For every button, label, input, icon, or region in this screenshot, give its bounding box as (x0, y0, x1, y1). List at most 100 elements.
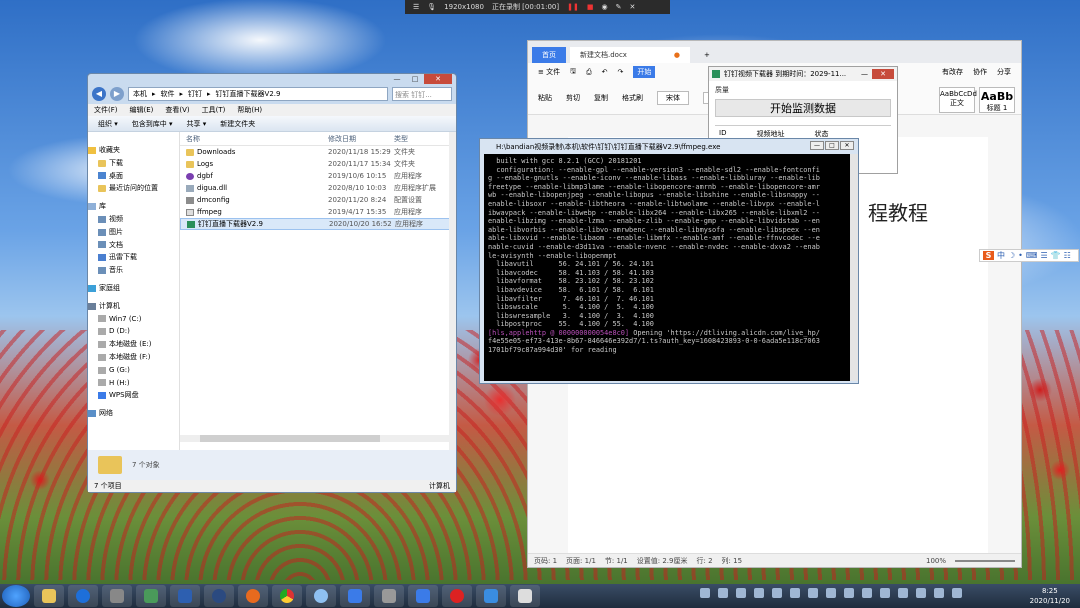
tray-icon[interactable] (700, 588, 710, 598)
breadcrumb-item[interactable]: 钉钉直播下载器V2.9 (216, 89, 281, 99)
menu-tools[interactable]: 工具(T) (202, 105, 226, 115)
nav-drive-g[interactable]: G (G:) (88, 364, 179, 377)
nav-wps-cloud[interactable]: WPS网盘 (88, 389, 179, 402)
tray-icon[interactable] (898, 588, 908, 598)
tab-document[interactable]: 新建文档.docx ● (570, 47, 690, 63)
organize-button[interactable]: 组织 ▾ (98, 119, 118, 129)
menu-file[interactable]: ≡ 文件 (538, 67, 560, 77)
new-tab-button[interactable]: + (694, 47, 720, 63)
save-icon[interactable]: 🖫 (570, 67, 576, 78)
address-bar[interactable]: 本机 ▸ 软件 ▸ 钉钉 ▸ 钉钉直播下载器V2.9 (128, 87, 388, 101)
menu-file[interactable]: 文件(F) (94, 105, 118, 115)
tray-icon[interactable] (808, 588, 818, 598)
nav-computer[interactable]: 计算机 (88, 300, 179, 313)
taskbar-app[interactable] (374, 585, 404, 607)
clock[interactable]: 8:25 2020/11/20 (1030, 586, 1070, 606)
keyboard-icon[interactable]: ⌨ (1026, 251, 1038, 260)
menu-collaborate[interactable]: 协作 (973, 67, 987, 77)
mic-icon[interactable]: 🎙 (427, 3, 436, 11)
menu-save-status[interactable]: 有改存 (942, 67, 963, 77)
column-type[interactable]: 类型 (394, 134, 454, 144)
zoom-slider[interactable] (955, 559, 1015, 562)
nav-favorites[interactable]: 收藏夹 (88, 144, 179, 157)
font-select[interactable]: 宋体 (657, 90, 689, 105)
minimize-button[interactable]: — (861, 70, 868, 78)
zoom-level[interactable]: 100% (926, 557, 946, 565)
minimize-button[interactable]: — (810, 141, 824, 150)
file-row-selected[interactable]: 钉钉直播下载器V2.9 2020/10/20 16:52 应用程序 (180, 218, 456, 230)
tray-icon[interactable] (772, 588, 782, 598)
nav-recent[interactable]: 最近访问的位置 (88, 182, 179, 195)
console-scrollbar[interactable] (850, 154, 858, 381)
maximize-button[interactable]: □ (406, 74, 424, 84)
tray-icon[interactable] (736, 588, 746, 598)
scroll-thumb[interactable] (200, 435, 380, 442)
stop-icon[interactable]: ■ (587, 3, 594, 11)
menu-icon[interactable]: ☰ (1040, 251, 1047, 260)
taskbar-recorder[interactable] (442, 585, 472, 607)
file-row[interactable]: digua.dll 2020/8/10 10:03 应用程序扩展 (180, 182, 456, 194)
menu-help[interactable]: 帮助(H) (237, 105, 262, 115)
sogou-logo-icon[interactable]: S (983, 251, 994, 260)
nav-music[interactable]: 音乐 (88, 264, 179, 277)
tray-icon[interactable] (754, 588, 764, 598)
file-row[interactable]: dgbf 2019/10/6 10:15 应用程序 (180, 170, 456, 182)
pause-icon[interactable]: ❚❚ (567, 3, 579, 11)
copy-button[interactable]: 复制 (594, 93, 608, 103)
nav-documents[interactable]: 文档 (88, 239, 179, 252)
nav-homegroup[interactable]: 家庭组 (88, 282, 179, 295)
taskbar-chrome[interactable] (272, 585, 302, 607)
start-button[interactable] (2, 585, 30, 607)
tray-icon[interactable] (844, 588, 854, 598)
style-normal[interactable]: AaBbCcDd 正文 (939, 87, 977, 113)
nav-drive-f[interactable]: 本地磁盘 (F:) (88, 351, 179, 364)
taskbar-app[interactable] (306, 585, 336, 607)
tray-icon[interactable] (880, 588, 890, 598)
close-button[interactable]: ✕ (840, 141, 854, 150)
undo-icon[interactable]: ↶ (602, 68, 608, 76)
maximize-button[interactable]: □ (825, 141, 839, 150)
nav-drive-h[interactable]: H (H:) (88, 377, 179, 390)
taskbar-app[interactable] (136, 585, 166, 607)
style-heading-1[interactable]: AaBb 标题 1 (979, 87, 1015, 113)
taskbar-app[interactable] (102, 585, 132, 607)
nav-network[interactable]: 网络 (88, 407, 179, 420)
share-button[interactable]: 共享 ▾ (187, 119, 207, 129)
print-icon[interactable]: ⎙ (586, 68, 592, 77)
menu-share[interactable]: 分享 (997, 67, 1011, 77)
ime-chinese-toggle[interactable]: 中 (997, 250, 1005, 261)
breadcrumb-item[interactable]: 钉钉 (188, 89, 202, 99)
vertical-scrollbar[interactable] (449, 132, 456, 462)
nav-thunder[interactable]: 迅雷下载 (88, 251, 179, 264)
taskbar-app[interactable] (476, 585, 506, 607)
nav-drive-d[interactable]: D (D:) (88, 325, 179, 338)
file-row[interactable]: dmconfig 2020/11/20 8:24 配置设置 (180, 194, 456, 206)
tray-icon[interactable] (790, 588, 800, 598)
search-input[interactable]: 搜索 钉钉... (392, 87, 452, 101)
nav-libraries[interactable]: 库 (88, 200, 179, 213)
skin-icon[interactable]: 👕 (1051, 251, 1061, 260)
column-date[interactable]: 修改日期 (328, 134, 394, 144)
breadcrumb-item[interactable]: 本机 (133, 89, 147, 99)
minimize-button[interactable]: — (388, 74, 406, 84)
grid-icon[interactable]: ☷ (1064, 251, 1071, 260)
menu-view[interactable]: 查看(V) (165, 105, 189, 115)
breadcrumb-item[interactable]: 软件 (161, 89, 175, 99)
nav-desktop[interactable]: 桌面 (88, 170, 179, 183)
forward-arrow-icon[interactable]: ▶ (110, 87, 124, 101)
pen-icon[interactable]: ✎ (616, 3, 622, 11)
tray-icon[interactable] (718, 588, 728, 598)
nav-downloads[interactable]: 下载 (88, 157, 179, 170)
tray-icon[interactable] (916, 588, 926, 598)
menu-start[interactable]: 开始 (633, 66, 656, 78)
close-button[interactable]: ✕ (424, 74, 452, 84)
taskbar-firefox[interactable] (238, 585, 268, 607)
start-monitor-button[interactable]: 开始监测数据 (715, 99, 891, 117)
tray-icon[interactable] (862, 588, 872, 598)
moon-icon[interactable]: ☽ (1008, 251, 1015, 260)
dot-icon[interactable]: • (1018, 251, 1023, 260)
horizontal-scrollbar[interactable] (180, 435, 456, 442)
menu-edit[interactable]: 编辑(E) (130, 105, 154, 115)
cut-button[interactable]: 剪切 (566, 93, 580, 103)
nav-drive-e[interactable]: 本地磁盘 (E:) (88, 338, 179, 351)
